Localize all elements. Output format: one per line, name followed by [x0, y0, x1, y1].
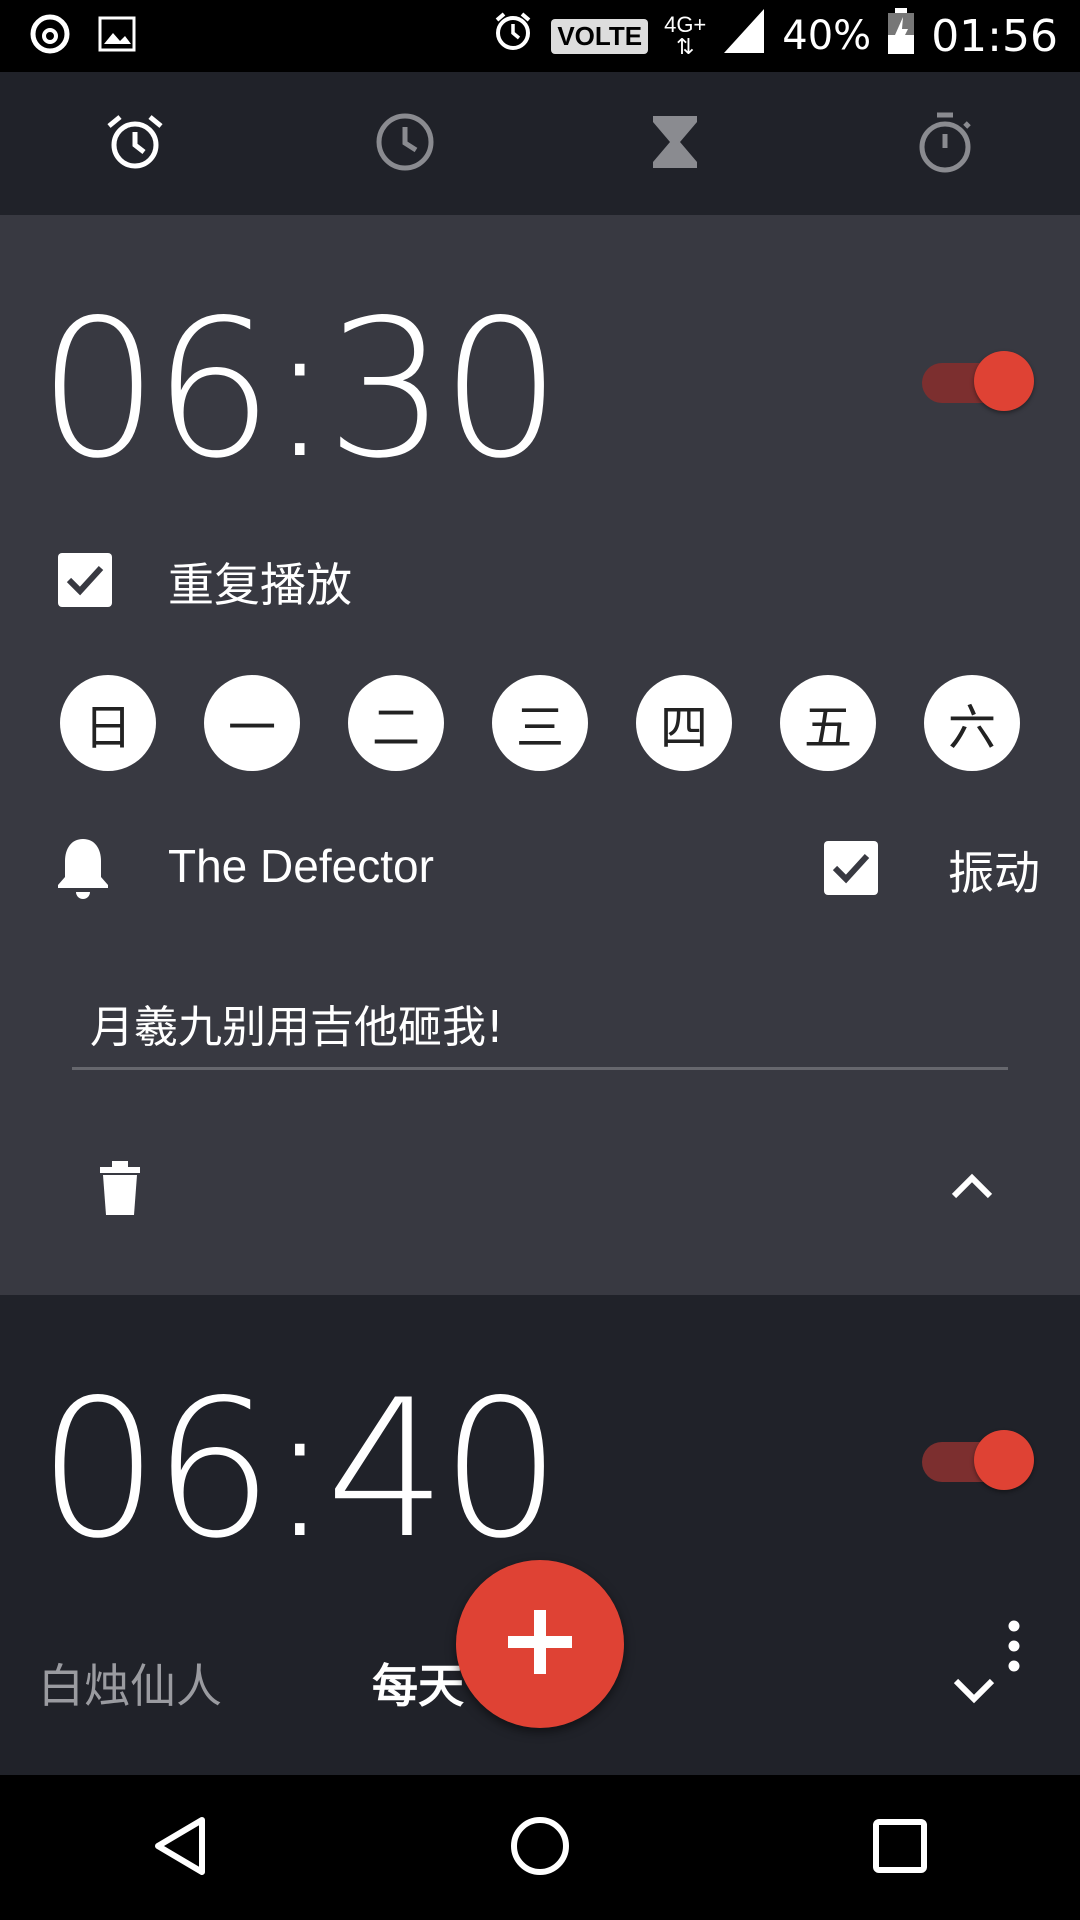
battery-percent: 40% — [782, 13, 872, 59]
ringtone-name[interactable]: The Defector — [168, 839, 434, 893]
repeat-checkbox[interactable] — [58, 553, 112, 607]
tab-bar — [0, 72, 1080, 215]
network-type: 4G+ ⇅ — [664, 12, 707, 59]
recents-button[interactable] — [720, 1818, 1080, 1878]
status-time: 01:56 — [931, 10, 1058, 62]
navigation-bar — [0, 1775, 1080, 1920]
alarm-label-input[interactable]: 月羲九别用吉他砸我! — [72, 985, 1008, 1070]
collapse-chevron-up-icon[interactable] — [950, 1170, 994, 1204]
day-saturday[interactable]: 六 — [924, 675, 1020, 771]
day-sunday[interactable]: 日 — [60, 675, 156, 771]
battery-charging-icon — [887, 7, 915, 65]
tab-clock[interactable] — [270, 72, 540, 215]
alarm-clock-icon — [103, 110, 167, 178]
more-options-icon[interactable] — [1003, 1620, 1025, 1676]
hourglass-icon — [647, 112, 703, 176]
repeat-summary: 每天 — [372, 1659, 464, 1713]
bell-icon[interactable] — [54, 835, 112, 905]
image-icon — [98, 16, 136, 56]
volte-badge: VOLTE — [551, 18, 649, 54]
alarm-time[interactable]: 06:40 — [38, 1375, 562, 1565]
alarm-label: 白烛仙人 — [38, 1659, 222, 1713]
tab-timer[interactable] — [540, 72, 810, 215]
day-wednesday[interactable]: 三 — [492, 675, 588, 771]
plus-icon — [505, 1607, 575, 1681]
day-selector: 日 一 二 三 四 五 六 — [60, 675, 1020, 771]
alarm-status-icon — [491, 9, 535, 63]
vibrate-checkbox[interactable] — [824, 841, 878, 895]
alarm-toggle[interactable] — [922, 1430, 1042, 1490]
add-alarm-button[interactable] — [456, 1560, 624, 1728]
alarm-time[interactable]: 06:30 — [38, 295, 562, 485]
day-thursday[interactable]: 四 — [636, 675, 732, 771]
back-triangle-icon — [150, 1814, 210, 1882]
alarm-toggle[interactable] — [922, 351, 1042, 411]
day-friday[interactable]: 五 — [780, 675, 876, 771]
delete-icon[interactable] — [96, 1159, 144, 1221]
day-monday[interactable]: 一 — [204, 675, 300, 771]
alarm-card-expanded[interactable]: 06:30 重复播放 日 一 二 三 四 五 六 The Defector 振动… — [0, 215, 1080, 1295]
home-circle-icon — [508, 1814, 572, 1882]
home-button[interactable] — [360, 1814, 720, 1882]
tab-stopwatch[interactable] — [810, 72, 1080, 215]
repeat-label: 重复播放 — [168, 558, 352, 612]
day-tuesday[interactable]: 二 — [348, 675, 444, 771]
clock-icon — [373, 110, 437, 178]
tab-alarm[interactable] — [0, 72, 270, 215]
netease-music-icon — [28, 12, 72, 60]
expand-chevron-down-icon[interactable] — [952, 1675, 996, 1709]
signal-icon — [722, 7, 766, 65]
back-button[interactable] — [0, 1814, 360, 1882]
vibrate-label: 振动 — [948, 846, 1040, 900]
status-bar: VOLTE 4G+ ⇅ 40% 01:56 — [0, 0, 1080, 72]
stopwatch-icon — [913, 110, 977, 178]
recents-square-icon — [872, 1818, 928, 1878]
